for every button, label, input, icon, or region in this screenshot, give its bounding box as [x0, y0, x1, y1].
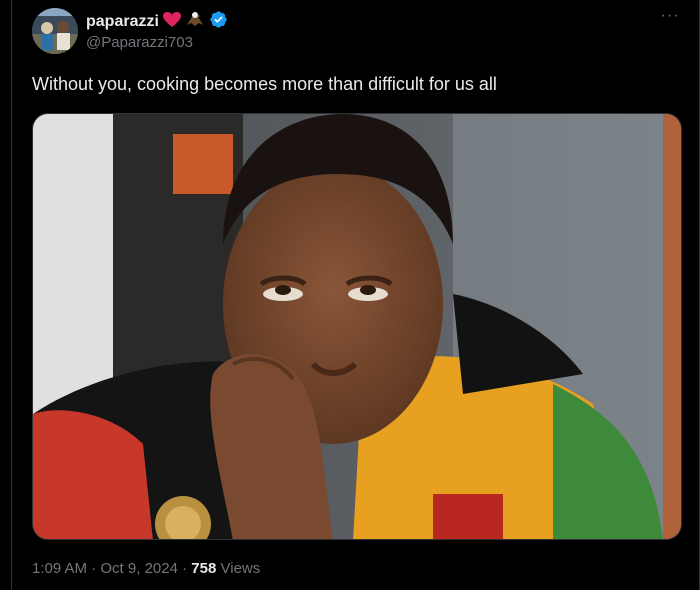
views-label: Views — [220, 560, 261, 577]
tweet-header: paparazzi @Paparazzi703 ··· — [32, 8, 682, 56]
user-names: paparazzi @Paparazzi703 — [86, 10, 228, 51]
meta-separator: · — [177, 560, 192, 577]
display-name[interactable]: paparazzi — [86, 13, 159, 31]
eagle-emoji — [185, 11, 205, 34]
views-count: 758 — [191, 560, 217, 577]
avatar[interactable] — [32, 8, 78, 54]
verified-badge-icon[interactable] — [209, 10, 228, 34]
left-border — [11, 0, 12, 590]
heart-emoji — [162, 11, 181, 33]
meta-separator: · — [87, 560, 101, 577]
tweet-image[interactable] — [32, 113, 682, 540]
user-handle[interactable]: @Paparazzi703 — [86, 34, 228, 51]
tweet-time[interactable]: 1:09 AM — [32, 560, 87, 577]
tweet-date[interactable]: Oct 9, 2024 — [100, 560, 178, 577]
tweet-meta: 1:09 AM · Oct 9, 2024 · 758 Views — [32, 560, 260, 577]
tweet-text: Without you, cooking becomes more than d… — [32, 74, 497, 94]
more-options-button[interactable]: ··· — [658, 8, 682, 26]
